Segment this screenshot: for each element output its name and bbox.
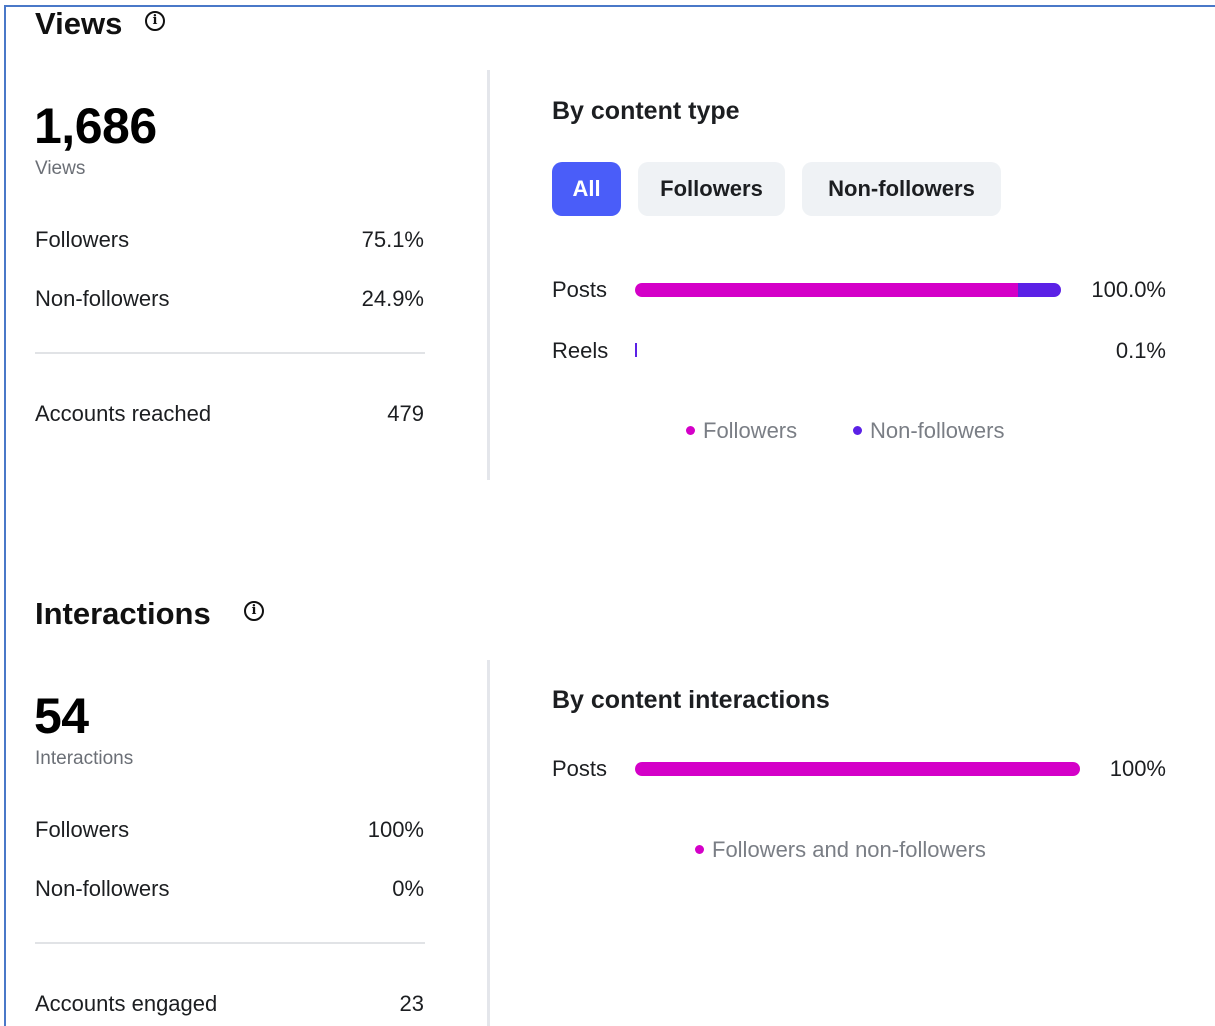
reels-views-bar: [635, 343, 637, 357]
accounts-reached-value: 479: [387, 401, 424, 426]
legend-all-label: Followers and non-followers: [712, 837, 986, 862]
filter-all-button[interactable]: All: [552, 162, 621, 216]
bar-label-posts: Posts: [552, 756, 608, 781]
legend-non-followers-label: Non-followers: [870, 418, 1005, 443]
bar-label-posts: Posts: [552, 277, 608, 302]
legend-followers-and-non-followers: Followers and non-followers: [695, 837, 986, 863]
divider: [35, 942, 425, 944]
accounts-engaged-label: Accounts engaged: [35, 991, 218, 1016]
bar-value-reels: 0.1%: [1115, 338, 1166, 363]
accounts-reached-label: Accounts reached: [35, 401, 212, 426]
posts-followers-segment: [635, 283, 1019, 297]
views-non-followers-label: Non-followers: [35, 286, 170, 311]
info-circle-icon[interactable]: i: [244, 601, 264, 621]
views-non-followers-value: 24.9%: [361, 286, 424, 311]
column-divider: [487, 70, 490, 480]
views-title: Views: [35, 6, 123, 41]
info-circle-icon[interactable]: i: [145, 11, 165, 31]
interactions-non-followers-label: Non-followers: [35, 876, 170, 901]
bar-value-posts: 100%: [1109, 756, 1166, 781]
interactions-total-label: Interactions: [35, 748, 134, 769]
bar-value-posts: 100.0%: [1091, 277, 1166, 302]
interactions-followers-label: Followers: [35, 817, 130, 842]
by-content-type-heading: By content type: [552, 97, 740, 125]
views-followers-label: Followers: [35, 227, 130, 252]
page-frame: [4, 5, 1215, 1026]
column-divider: [487, 660, 490, 1026]
bar-label-reels: Reels: [552, 338, 609, 363]
views-total: 1,686: [34, 98, 157, 154]
accounts-engaged-value: 23: [399, 991, 424, 1016]
by-content-interactions-heading: By content interactions: [552, 686, 830, 714]
views-followers-value: 75.1%: [361, 227, 424, 252]
legend-dot-icon: [853, 425, 862, 435]
posts-views-bar: [635, 283, 1061, 297]
filter-followers-button[interactable]: Followers: [638, 162, 785, 216]
legend-dot-icon: [686, 425, 695, 435]
legend-non-followers: Non-followers: [853, 418, 1005, 444]
interactions-title: Interactions: [35, 596, 211, 631]
legend-followers: Followers: [686, 418, 797, 444]
legend-followers-label: Followers: [703, 418, 798, 443]
legend-dot-icon: [695, 844, 704, 854]
interactions-non-followers-value: 0%: [392, 876, 424, 901]
posts-interactions-bar: [635, 762, 1080, 776]
views-total-label: Views: [35, 158, 86, 179]
filter-non-followers-button[interactable]: Non-followers: [802, 162, 1001, 216]
interactions-total: 54: [34, 688, 89, 744]
divider: [35, 352, 425, 354]
interactions-followers-value: 100%: [367, 817, 424, 842]
